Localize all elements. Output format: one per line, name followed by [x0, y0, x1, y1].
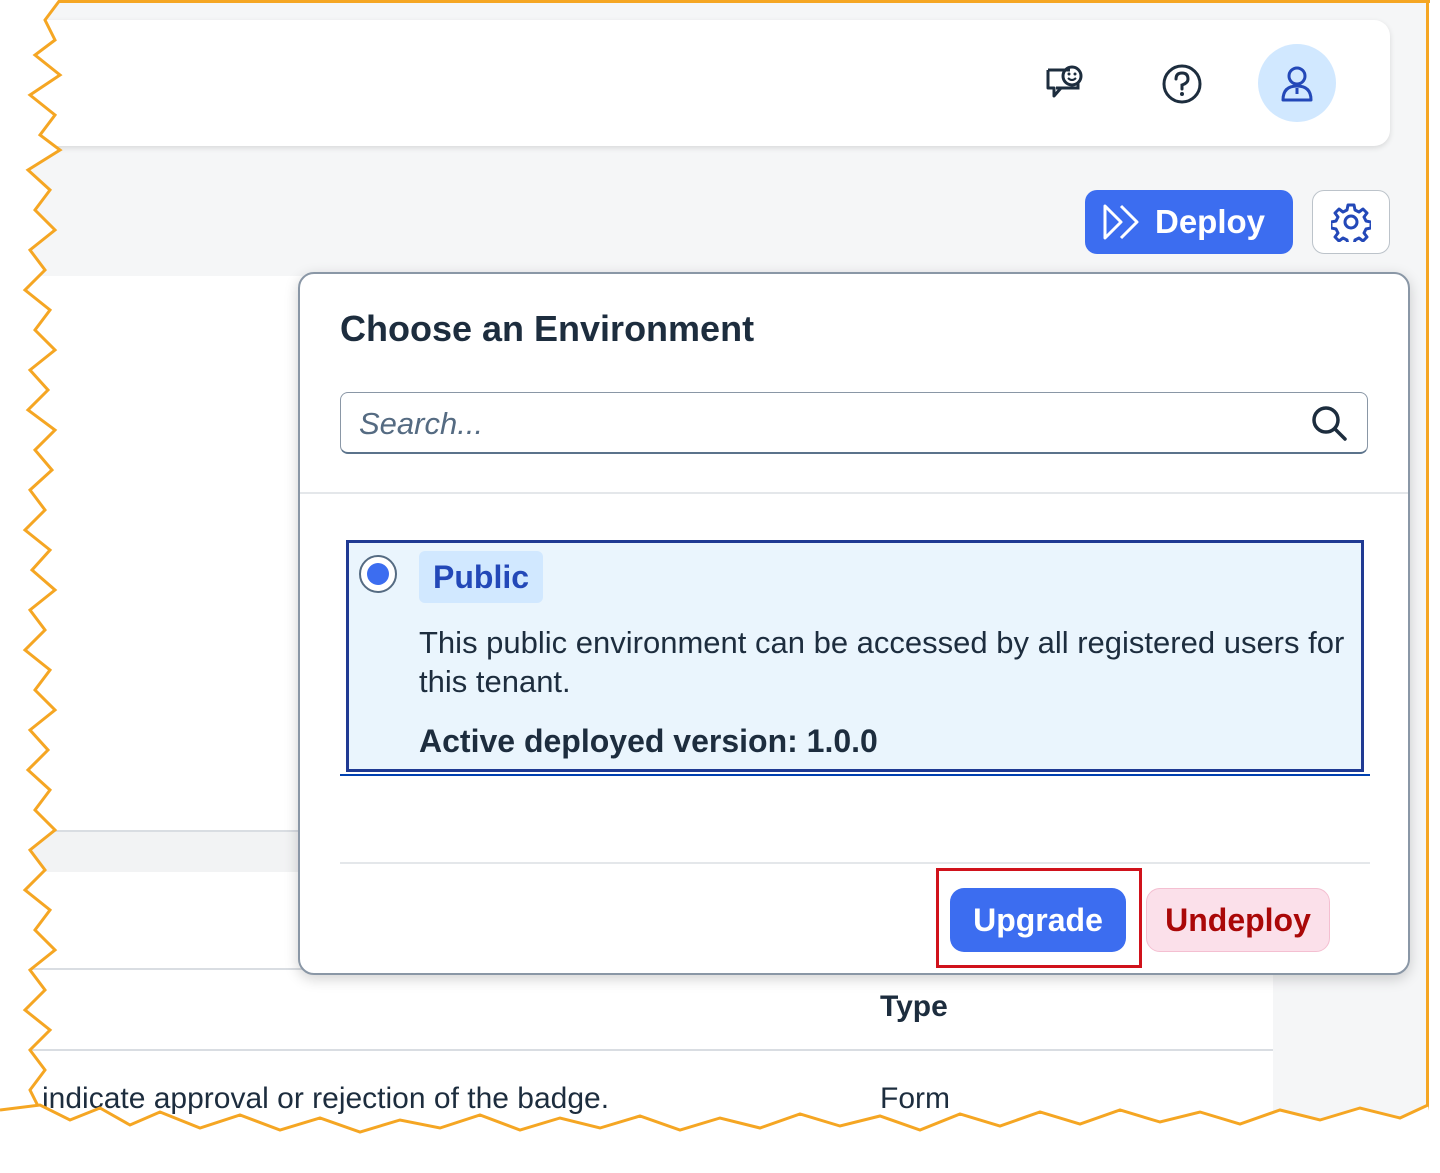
torn-edge-left	[0, 0, 63, 1173]
radio-button-selected[interactable]	[359, 555, 397, 593]
torn-edge-bottom	[0, 1103, 1440, 1173]
environment-name-tag: Public	[419, 551, 544, 603]
frame-border-right	[1426, 0, 1429, 1140]
selection-underline	[340, 774, 1370, 776]
divider	[300, 492, 1408, 494]
settings-button[interactable]	[1312, 190, 1390, 254]
divider	[30, 1049, 1273, 1051]
frame-border-top	[40, 0, 1430, 3]
deploy-button-label: Deploy	[1155, 203, 1266, 240]
feedback-chat-icon[interactable]	[1040, 60, 1088, 108]
environment-option-public[interactable]: Public This public environment can be ac…	[346, 540, 1364, 772]
divider	[340, 862, 1370, 864]
user-avatar-icon[interactable]	[1258, 44, 1336, 122]
deploy-button[interactable]: Deploy	[1085, 190, 1293, 254]
radio-dot	[367, 563, 389, 585]
help-icon[interactable]	[1158, 60, 1206, 108]
popover-title: Choose an Environment	[340, 308, 755, 349]
shell-bar	[30, 20, 1390, 146]
gear-icon	[1331, 203, 1371, 242]
upgrade-button[interactable]: Upgrade	[950, 888, 1126, 952]
active-version-label: Active deployed version: 1.0.0	[419, 723, 878, 759]
search-icon[interactable]	[1309, 403, 1349, 443]
environment-description: This public environment can be accessed …	[419, 625, 1345, 699]
environment-popover: Choose an Environment Public This public…	[298, 272, 1410, 975]
search-input[interactable]	[357, 401, 1281, 447]
column-header-type: Type	[880, 990, 948, 1023]
deploy-forward-icon	[1103, 204, 1139, 240]
search-field[interactable]	[340, 392, 1368, 454]
undeploy-button[interactable]: Undeploy	[1146, 888, 1330, 952]
